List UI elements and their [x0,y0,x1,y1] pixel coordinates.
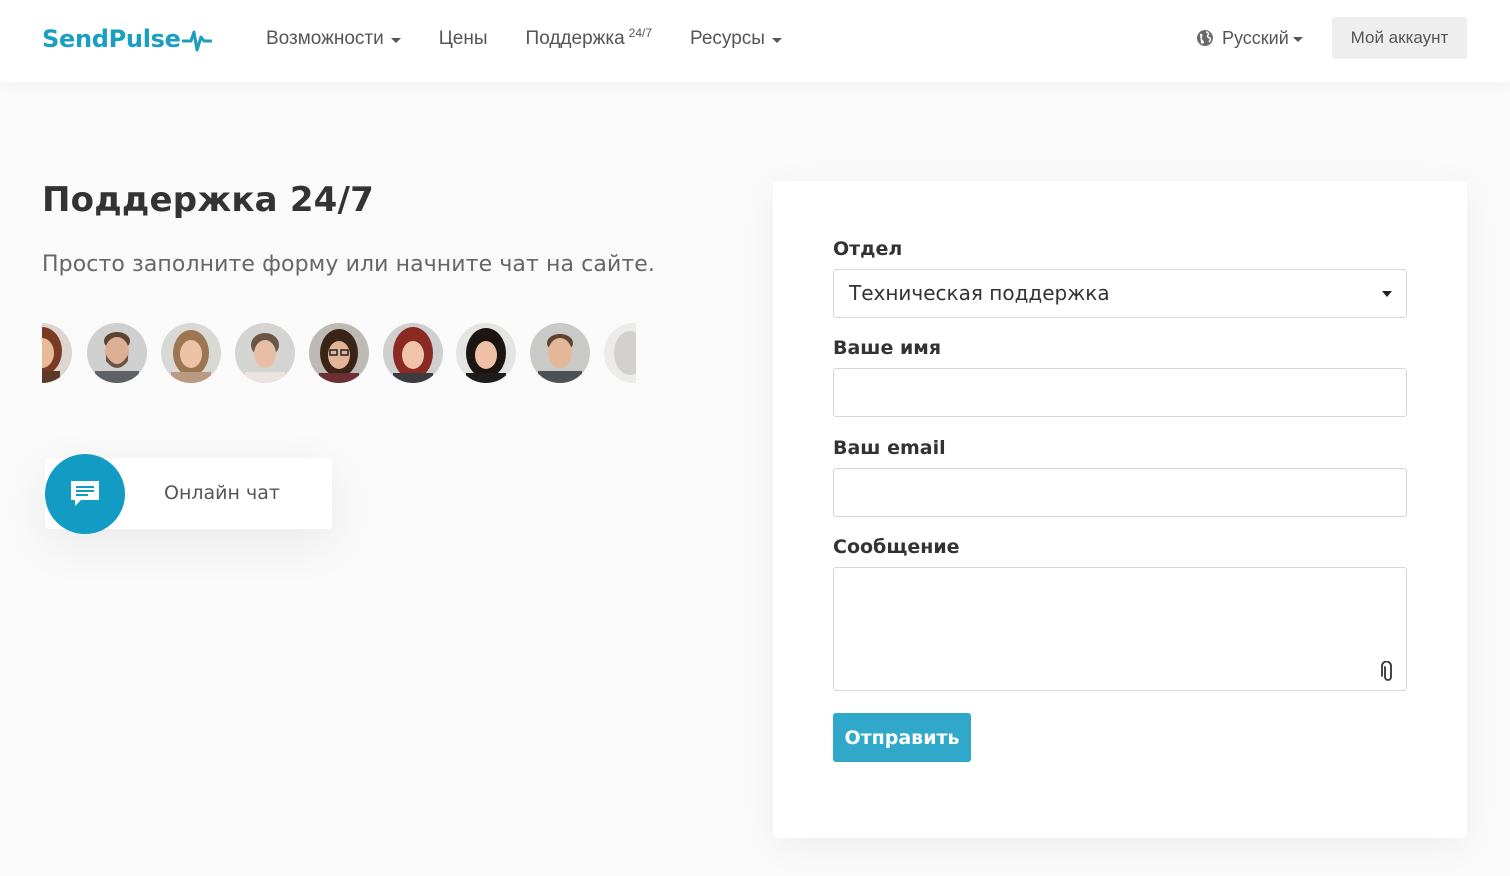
paperclip-icon[interactable] [1381,661,1395,683]
page-subtitle: Просто заполните форму или начните чат н… [42,252,655,277]
support-team-avatars [42,323,636,383]
avatar [235,323,295,383]
department-selected-value: Техническая поддержка [849,281,1110,305]
nav-item-sup: 24/7 [628,26,653,40]
nav-item-pricing[interactable]: Цены [439,26,488,52]
sendpulse-logo[interactable]: SendPulse [42,22,212,56]
online-chat-button[interactable]: Онлайн чат [45,454,332,534]
caret-down-icon [771,38,782,43]
language-label: Русский [1222,28,1289,48]
nav-item-features[interactable]: Возможности [266,26,401,52]
page-title: Поддержка 24/7 [42,180,375,220]
department-label: Отдел [833,238,903,260]
submit-button[interactable]: Отправить [833,713,971,762]
nav-item-resources[interactable]: Ресурсы [690,26,782,52]
nav-item-label: Цены [438,28,488,49]
department-select[interactable]: Техническая поддержка [833,269,1407,318]
avatar [42,323,72,383]
nav-item-label: Поддержка [525,28,625,49]
message-label: Сообщение [833,536,960,558]
globe-icon [1197,30,1213,46]
nav-item-label: Ресурсы [690,28,765,49]
language-selector[interactable]: Русский [1196,26,1303,50]
name-label: Ваше имя [833,337,942,359]
site-header: SendPulse Возможности Цены Поддержка 24/… [0,0,1510,82]
avatar [87,323,147,383]
avatar [530,323,590,383]
my-account-button[interactable]: Мой аккаунт [1332,17,1467,59]
caret-down-icon [1292,36,1303,42]
email-label: Ваш email [833,437,946,459]
avatar [383,323,443,383]
avatar [161,323,221,383]
nav-item-support[interactable]: Поддержка 24/7 [526,26,652,52]
avatar [456,323,516,383]
chat-icon-circle [45,454,125,534]
logo-text: SendPulse [42,25,181,53]
name-input[interactable] [833,368,1407,417]
online-chat-label: Онлайн чат [164,482,280,504]
email-input[interactable] [833,468,1407,517]
caret-down-icon [1382,291,1392,297]
avatar [604,323,636,383]
support-form: Отдел Техническая поддержка Ваше имя Ваш… [773,181,1467,838]
caret-down-icon [390,38,401,43]
main-nav: Возможности Цены Поддержка 24/7 Ресурсы [266,26,820,52]
nav-item-label: Возможности [266,28,384,49]
chat-bubble-icon [71,481,99,506]
avatar [309,323,369,383]
pulse-icon [181,30,212,52]
message-textarea[interactable] [833,567,1407,691]
